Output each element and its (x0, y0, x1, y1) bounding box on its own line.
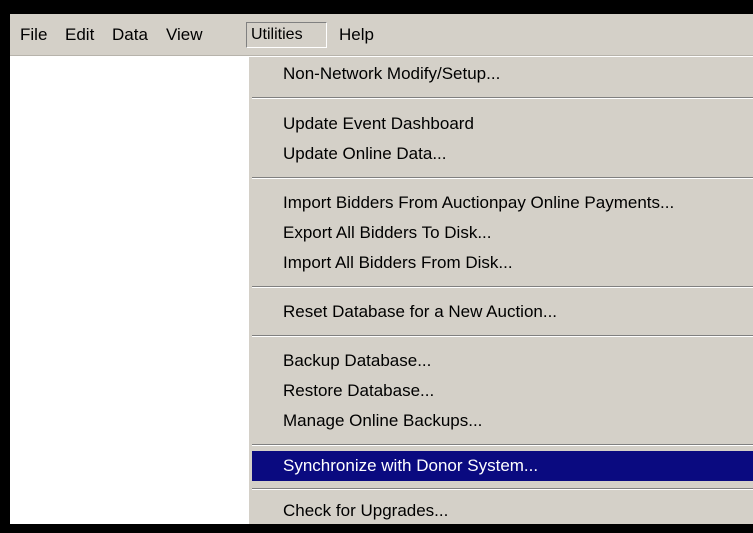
menu-item-synchronize-donor-system[interactable]: Synchronize with Donor System... (252, 451, 753, 481)
menu-item-export-all-bidders[interactable]: Export All Bidders To Disk... (249, 218, 753, 248)
menu-file[interactable]: File (16, 22, 51, 48)
menu-separator (252, 97, 753, 99)
menu-view[interactable]: View (162, 22, 207, 48)
menu-separator (252, 286, 753, 288)
menu-data[interactable]: Data (108, 22, 152, 48)
menu-item-non-network-modify-setup[interactable]: Non-Network Modify/Setup... (249, 59, 753, 89)
menu-utilities[interactable]: Utilities (246, 22, 327, 48)
menu-separator (252, 444, 753, 446)
menu-bar: File Edit Data View Utilities Help (10, 14, 753, 56)
menu-help[interactable]: Help (335, 22, 378, 48)
menu-item-backup-database[interactable]: Backup Database... (249, 346, 753, 376)
utilities-dropdown-menu: Non-Network Modify/Setup... Update Event… (247, 56, 753, 524)
menu-item-update-online-data[interactable]: Update Online Data... (249, 139, 753, 169)
menu-separator (252, 488, 753, 490)
menu-edit[interactable]: Edit (61, 22, 98, 48)
menu-item-import-all-bidders[interactable]: Import All Bidders From Disk... (249, 248, 753, 278)
menu-item-manage-online-backups[interactable]: Manage Online Backups... (249, 406, 753, 436)
menu-separator (252, 177, 753, 179)
application-window: File Edit Data View Utilities Help Non-N… (10, 14, 753, 524)
menu-item-check-for-upgrades[interactable]: Check for Upgrades... (249, 496, 753, 524)
menu-item-import-bidders-auctionpay[interactable]: Import Bidders From Auctionpay Online Pa… (249, 188, 753, 218)
menu-separator (252, 335, 753, 337)
menu-item-update-event-dashboard[interactable]: Update Event Dashboard (249, 109, 753, 139)
menu-item-reset-database[interactable]: Reset Database for a New Auction... (249, 297, 753, 327)
menu-item-restore-database[interactable]: Restore Database... (249, 376, 753, 406)
